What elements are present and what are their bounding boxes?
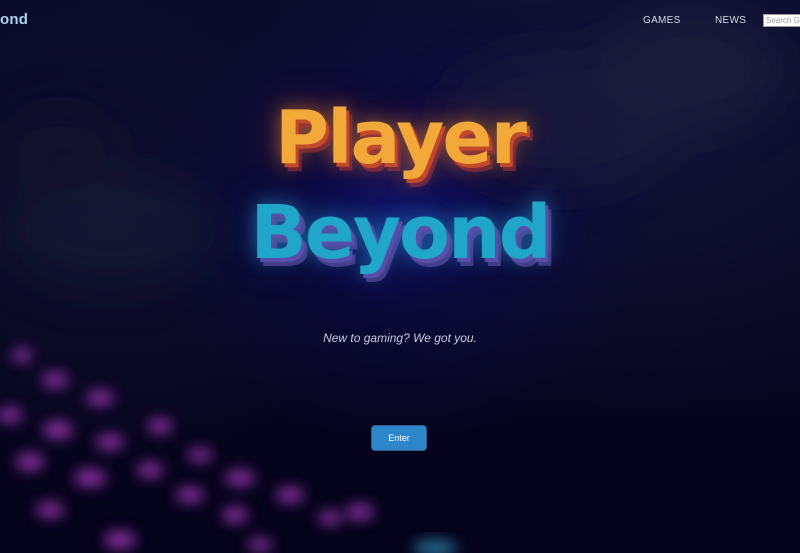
search-input[interactable]	[763, 14, 800, 27]
landing-page: ond GAMES NEWS Player Beyond New to gami…	[0, 0, 800, 553]
hero-tagline: New to gaming? We got you.	[323, 331, 477, 345]
top-nav: ond GAMES NEWS	[0, 0, 800, 40]
keyboard-glow-background	[0, 10, 780, 553]
nav-link-games[interactable]: GAMES	[643, 15, 681, 26]
hero-title-beyond: Beyond	[250, 190, 551, 276]
nav-link-news[interactable]: NEWS	[715, 15, 746, 26]
hero-title-player: Player	[274, 95, 527, 181]
enter-button[interactable]: Enter	[372, 426, 426, 450]
brand-logo[interactable]: ond	[0, 11, 28, 28]
